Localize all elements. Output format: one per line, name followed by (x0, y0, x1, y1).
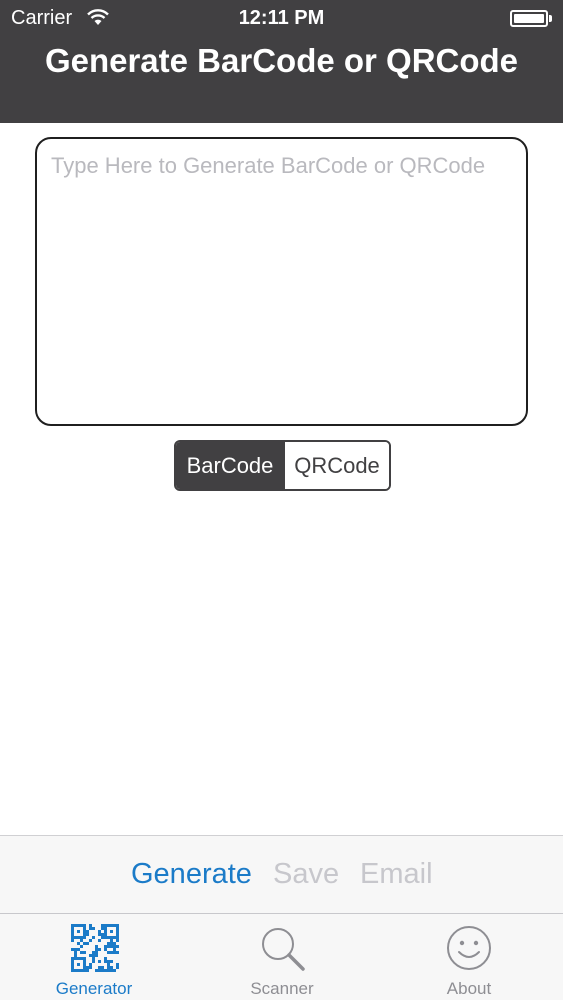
clock: 12:11 PM (238, 7, 325, 29)
tab-bar: Generator Scanner About (0, 913, 563, 1000)
tab-scanner[interactable]: Scanner (188, 914, 376, 1000)
tab-about-label: About (446, 979, 492, 998)
generate-button[interactable]: Generate (131, 858, 252, 891)
smiley-icon (447, 926, 491, 970)
segment-qrcode[interactable]: QRCode (284, 442, 389, 489)
battery-fill (514, 14, 544, 23)
tab-scanner-label: Scanner (250, 979, 314, 998)
tab-generator[interactable]: Generator (0, 914, 188, 1000)
email-button[interactable]: Email (360, 858, 433, 891)
tab-about[interactable]: About (375, 914, 563, 1000)
page-title: Generate BarCode or QRCode (44, 42, 519, 79)
tab-generator-label: Generator (55, 979, 133, 998)
magnifier-icon (262, 928, 305, 971)
segment-barcode[interactable]: BarCode (176, 442, 284, 489)
battery-tip (549, 15, 552, 22)
status-bar: Carrier 12:11 PM (0, 0, 563, 36)
save-button[interactable]: Save (273, 858, 339, 891)
code-text-input[interactable] (35, 137, 528, 426)
qr-code-icon (71, 924, 119, 972)
code-type-segmented-control: BarCode QRCode (174, 440, 391, 491)
action-toolbar: Generate Save Email (0, 835, 563, 914)
header: Carrier 12:11 PM Generate BarCode or QRC… (0, 0, 563, 123)
battery-icon (510, 10, 548, 27)
screen: Carrier 12:11 PM Generate BarCode or QRC… (0, 0, 563, 1000)
